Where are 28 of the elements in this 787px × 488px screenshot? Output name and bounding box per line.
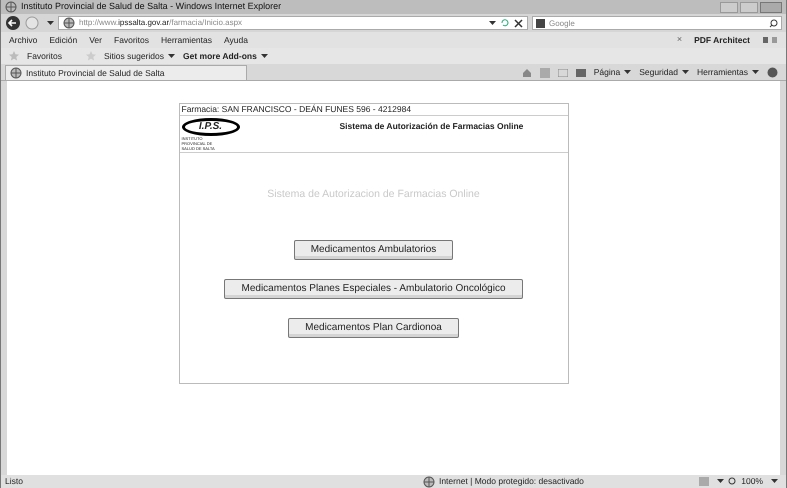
status-text: Listo (5, 475, 23, 488)
address-field[interactable]: http://www.ipssalta.gov.ar/farmacia/Inicio.aspx (58, 16, 528, 30)
favorites-button[interactable]: Favoritos (27, 50, 62, 62)
zoom-level[interactable]: 100% (741, 475, 763, 488)
command-menu[interactable]: Herramientas (696, 66, 759, 79)
command-menu[interactable]: Página (594, 66, 632, 79)
menu-item[interactable]: Edición (49, 34, 78, 46)
search-field[interactable]: Google (532, 16, 782, 30)
add-ons-button[interactable]: Get more Add-ons (182, 50, 268, 62)
pdf-toolbar-label[interactable]: PDF Architect (694, 34, 750, 46)
pdf-toolbar-close-button[interactable]: × (676, 33, 682, 47)
menu-button[interactable]: Medicamentos Planes Especiales - Ambulatorio Oncológico (224, 278, 523, 299)
menu-button[interactable]: Medicamentos Ambulatorios (294, 240, 454, 260)
browser-tab[interactable]: Instituto Provincial de Salud de Salta (5, 65, 247, 80)
security-zone: Internet | Modo protegido: desactivado (438, 475, 584, 488)
url-text: http://www.ipssalta.gov.ar/farmacia/Inicio.aspx (79, 17, 242, 29)
menu-button[interactable]: Medicamentos Plan Cardionoa (288, 318, 459, 338)
command-menu[interactable]: Seguridad (639, 66, 689, 79)
menu-item[interactable]: Ver (89, 34, 102, 46)
menu-item[interactable]: Herramientas (160, 34, 212, 46)
header-title: Sistema de Autorización de Farmacias Online (340, 120, 524, 133)
menu-item[interactable]: Favoritos (114, 34, 149, 46)
pharmacy-info: Farmacia: SAN FRANCISCO - DEÁN FUNES 596 - 4212984 (180, 104, 412, 115)
suggested-sites-button[interactable]: Sitios sugeridos (104, 50, 175, 62)
logo-mark: I.P.S. (198, 122, 222, 132)
window-title: Instituto Provincial de Salud de Salta - Windows Internet Explorer (21, 0, 282, 14)
menu-item[interactable]: Ayuda (224, 34, 248, 46)
menu-item[interactable]: Archivo (9, 34, 38, 46)
